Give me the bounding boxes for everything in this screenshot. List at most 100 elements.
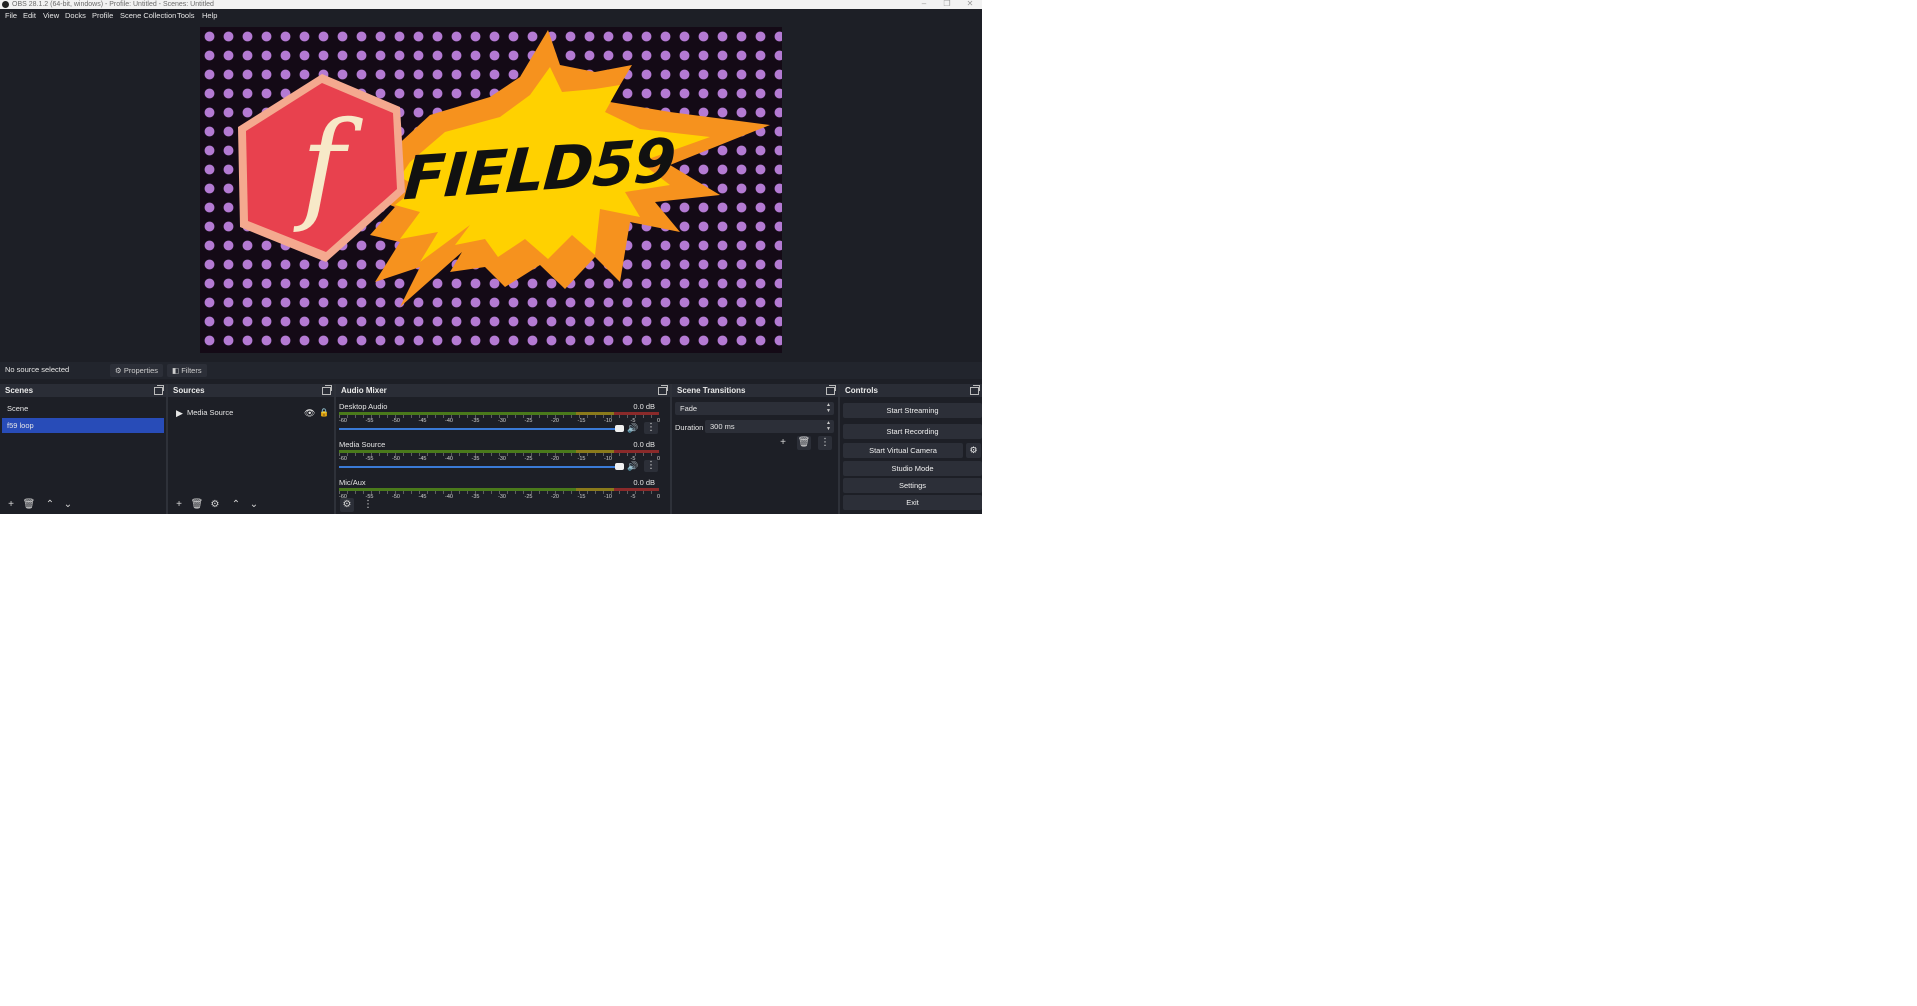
no-source-selected-label: No source selected (5, 365, 70, 374)
media-play-icon: ▶ (176, 408, 183, 418)
meter-scale-label: -15 (577, 418, 586, 424)
add-transition-icon[interactable]: + (776, 436, 790, 450)
undock-icon[interactable] (322, 385, 332, 395)
start-recording-button[interactable]: Start Recording (843, 424, 982, 439)
menu-help[interactable]: Help (200, 10, 219, 21)
meter-scale-label: -60 (339, 456, 347, 462)
volume-slider-handle[interactable] (615, 463, 624, 470)
meter-scale-label: -45 (418, 456, 427, 462)
title-bar: OBS 28.1.2 (64-bit, windows) - Profile: … (0, 0, 982, 9)
obs-main-window: OBS 28.1.2 (64-bit, windows) - Profile: … (0, 0, 982, 514)
menu-profile[interactable]: Profile (90, 10, 115, 21)
meter-scale-label: -55 (365, 418, 374, 424)
menu-tools[interactable]: Tools (175, 10, 197, 21)
spinbox-arrows-icon[interactable]: ▲ ▼ (826, 420, 831, 432)
meter-scale-label: -15 (577, 456, 586, 462)
properties-button-label: Properties (123, 366, 159, 375)
meter-scale-label: -50 (392, 456, 400, 462)
move-up-icon[interactable]: ⌃ (229, 498, 243, 512)
logo-f-letter: f (300, 97, 346, 236)
menu-edit[interactable]: Edit (21, 10, 38, 21)
maximize-icon[interactable]: ❐ (935, 0, 959, 9)
meter-scale-label: -25 (524, 418, 533, 424)
controls-title: Controls (845, 386, 878, 395)
remove-transition-icon[interactable]: 🗑 (797, 436, 811, 450)
remove-scene-icon[interactable]: 🗑 (22, 498, 36, 512)
add-source-icon[interactable]: + (172, 498, 186, 512)
close-icon[interactable]: ✕ (958, 0, 982, 9)
channel-menu-kebab-icon[interactable]: ⋮ (644, 422, 658, 434)
program-preview[interactable]: f FIELD59 (200, 27, 782, 353)
scenes-footer-toolbar: + 🗑 ⌃ ⌄ (0, 496, 166, 514)
add-scene-icon[interactable]: + (4, 498, 18, 512)
exit-button[interactable]: Exit (843, 495, 982, 510)
meter-scale-label: -35 (471, 418, 480, 424)
source-properties-gear-icon[interactable]: ⚙ (208, 498, 222, 512)
channel-name: Mic/Aux (339, 478, 366, 487)
move-down-icon[interactable]: ⌄ (247, 498, 261, 512)
settings-button[interactable]: Settings (843, 478, 982, 493)
duration-label: Duration (675, 423, 704, 432)
minimize-icon[interactable]: – (912, 0, 936, 9)
filters-button[interactable]: ◧ Filters (167, 364, 207, 377)
duration-spinbox[interactable]: 300 ms ▲ ▼ (705, 420, 834, 433)
virtual-camera-settings-gear-icon[interactable]: ⚙ (966, 443, 981, 458)
menu-docks[interactable]: Docks (63, 10, 88, 21)
transition-menu-kebab-icon[interactable]: ⋮ (818, 436, 832, 450)
scene-item-selected[interactable]: f59 loop (2, 418, 164, 433)
updown-chevron-icon: ▲ ▼ (826, 402, 831, 414)
volume-slider-handle[interactable] (615, 425, 624, 432)
meter-scale-label: -25 (524, 456, 533, 462)
undock-icon[interactable] (154, 385, 164, 395)
remove-source-icon[interactable]: 🗑 (190, 498, 204, 512)
mixer-menu-kebab-icon[interactable]: ⋮ (361, 498, 375, 512)
channel-menu-kebab-icon[interactable]: ⋮ (644, 460, 658, 472)
advanced-audio-properties-icon[interactable]: ⚙ (340, 498, 354, 512)
channel-name: Media Source (339, 440, 386, 449)
properties-button[interactable]: ⚙ Properties (110, 364, 164, 377)
meter-scale-label: -40 (445, 418, 453, 424)
speaker-icon[interactable]: 🔊 (627, 423, 638, 434)
start-virtual-camera-button[interactable]: Start Virtual Camera (843, 443, 963, 458)
meter-scale-label: -35 (471, 456, 480, 462)
source-toolbar: No source selected ⚙ Properties ◧ Filter… (0, 362, 982, 379)
meter-scale-label: -60 (339, 418, 347, 424)
channel-db: 0.0 dB (633, 478, 655, 487)
audio-channel-mic-aux: Mic/Aux 0.0 dB -60 -55 -50 -45 -40 -35 -30 -25-… (339, 478, 665, 500)
window-title: OBS 28.1.2 (64-bit, windows) - Profile: … (12, 1, 214, 8)
scene-item[interactable]: Scene (2, 401, 164, 416)
transition-select-value: Fade (680, 404, 698, 413)
meter-scale-label: -20 (551, 418, 559, 424)
sources-dock: Sources ▶ Media Source 👁 🔒 + 🗑 ⚙ ⌃ ⌄ (168, 384, 334, 514)
transition-select[interactable]: Fade ▲ ▼ (675, 402, 834, 415)
source-item-label: Media Source (187, 408, 234, 417)
meter-scale-label: -40 (445, 456, 453, 462)
speaker-icon[interactable]: 🔊 (627, 461, 638, 472)
scenes-dock-title: Scenes (5, 386, 34, 395)
undock-icon[interactable] (826, 385, 836, 395)
scenes-dock: Scenes Scene f59 loop + 🗑 ⌃ ⌄ (0, 384, 166, 514)
menu-scene-collection[interactable]: Scene Collection (118, 10, 178, 21)
channel-db: 0.0 dB (633, 440, 655, 449)
meter-scale-label: -30 (498, 418, 506, 424)
menu-file[interactable]: File (3, 10, 19, 21)
audio-mixer-footer: ⚙ ⋮ (336, 496, 670, 514)
lock-icon[interactable]: 🔒 (319, 406, 329, 420)
duration-value: 300 ms (710, 422, 735, 431)
menu-bar: File Edit View Docks Profile Scene Colle… (0, 9, 982, 22)
scene-transitions-header: Scene Transitions (672, 384, 838, 397)
start-streaming-button[interactable]: Start Streaming (843, 403, 982, 418)
move-down-icon[interactable]: ⌄ (61, 498, 75, 512)
volume-slider[interactable] (339, 428, 621, 430)
eye-icon[interactable]: 👁 (304, 406, 315, 420)
channel-name: Desktop Audio (339, 402, 388, 411)
meter-scale-label: -45 (418, 418, 427, 424)
undock-icon[interactable] (970, 385, 980, 395)
meter-scale-label: -10 (604, 418, 612, 424)
source-item[interactable]: ▶ Media Source 👁 🔒 (170, 406, 332, 420)
menu-view[interactable]: View (41, 10, 61, 21)
undock-icon[interactable] (658, 385, 668, 395)
move-up-icon[interactable]: ⌃ (43, 498, 57, 512)
studio-mode-button[interactable]: Studio Mode (843, 461, 982, 476)
volume-slider[interactable] (339, 466, 621, 468)
